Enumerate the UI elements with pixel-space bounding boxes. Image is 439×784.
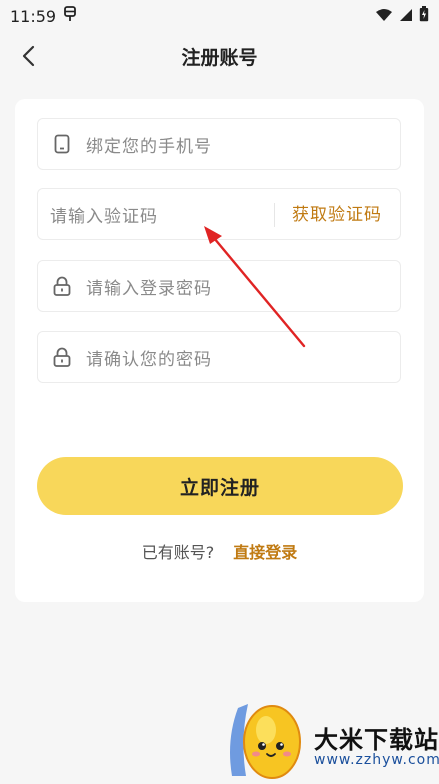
app-header: 注册账号 [0, 32, 439, 80]
notification-icon [62, 6, 78, 26]
get-code-button[interactable]: 获取验证码 [292, 189, 382, 241]
phone-placeholder: 绑定您的手机号 [86, 136, 212, 157]
watermark-title: 大米下载站 [314, 726, 439, 754]
password-placeholder: 请输入登录密码 [86, 278, 212, 299]
battery-icon [419, 6, 429, 26]
code-placeholder: 请输入验证码 [50, 206, 158, 227]
confirm-password-placeholder: 请确认您的密码 [86, 349, 212, 370]
code-divider [274, 203, 275, 227]
status-bar: 11:59 [0, 0, 439, 32]
register-card: 绑定您的手机号 请输入验证码 获取验证码 请输入登录密码 请确认您的密码 立即注… [15, 99, 424, 602]
wifi-icon [375, 7, 393, 26]
register-button[interactable]: 立即注册 [37, 457, 403, 515]
page-title: 注册账号 [181, 47, 258, 69]
lock-icon [52, 346, 72, 368]
phone-icon [52, 133, 72, 155]
phone-field[interactable]: 绑定您的手机号 [37, 118, 401, 170]
watermark: 大米下载站 www.zzhyw.com [218, 700, 439, 780]
signal-icon [399, 7, 413, 26]
status-time: 11:59 [10, 6, 57, 26]
confirm-password-field[interactable]: 请确认您的密码 [37, 331, 401, 383]
direct-login-link[interactable]: 直接登录 [233, 543, 297, 562]
lock-icon [52, 275, 72, 297]
login-question: 已有账号? [141, 543, 215, 562]
mascot-logo [230, 704, 301, 779]
login-row: 已有账号? 直接登录 [15, 539, 424, 563]
watermark-url: www.zzhyw.com [314, 752, 439, 768]
password-field[interactable]: 请输入登录密码 [37, 260, 401, 312]
code-field[interactable]: 请输入验证码 获取验证码 [37, 188, 401, 240]
